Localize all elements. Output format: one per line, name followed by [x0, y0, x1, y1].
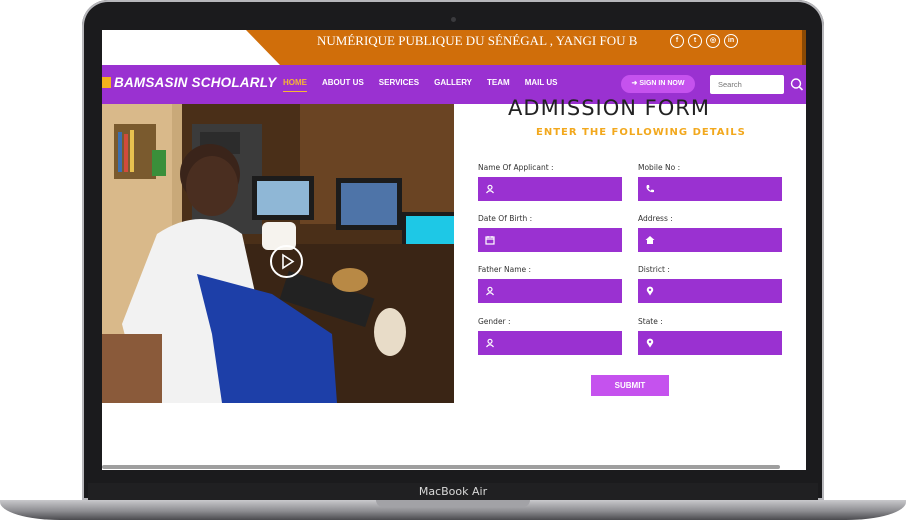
label-state: State :: [638, 317, 663, 326]
calendar-icon: [485, 236, 495, 245]
submit-button[interactable]: SUBMIT: [591, 375, 669, 396]
label-mobile-no: Mobile No :: [638, 163, 681, 172]
camera-icon: [451, 17, 456, 22]
label-name-of-applicant: Name Of Applicant :: [478, 163, 554, 172]
state-field[interactable]: [638, 331, 782, 355]
mobile-no-field[interactable]: [638, 177, 782, 201]
twitter-icon[interactable]: t: [688, 34, 702, 48]
name-of-applicant-field[interactable]: [478, 177, 622, 201]
label-address: Address :: [638, 214, 673, 223]
instagram-icon[interactable]: ◎: [706, 34, 720, 48]
social-links: f t ◎ in: [670, 34, 738, 48]
nav-item-team[interactable]: TEAM: [487, 78, 510, 87]
map-marker-icon: [646, 286, 654, 296]
label-date-of-birth: Date Of Birth :: [478, 214, 533, 223]
linkedin-icon[interactable]: in: [724, 34, 738, 48]
father-name-field[interactable]: [478, 279, 622, 303]
search-input[interactable]: [710, 75, 784, 94]
brand-logo[interactable]: BAMSASIN SCHOLARLY: [102, 75, 276, 90]
address-field[interactable]: [638, 228, 782, 252]
date-of-birth-field[interactable]: [478, 228, 622, 252]
laptop-opening-notch: [376, 500, 530, 507]
strip-edge: [802, 30, 806, 65]
top-strip: NUMÉRIQUE PUBLIQUE DU SÉNÉGAL , YANGI FO…: [102, 30, 806, 65]
book-icon: [102, 77, 111, 88]
user-icon: [486, 184, 494, 194]
browser-screen: NUMÉRIQUE PUBLIQUE DU SÉNÉGAL , YANGI FO…: [102, 30, 806, 470]
form-title: ADMISSION FORM: [508, 96, 710, 120]
phone-icon: [646, 185, 654, 193]
facebook-icon[interactable]: f: [670, 34, 684, 48]
sign-in-label: SIGN IN NOW: [639, 80, 685, 87]
laptop-model-label: MacBook Air: [88, 483, 818, 500]
user-icon: [486, 338, 494, 348]
user-icon: [486, 286, 494, 296]
nav-item-mail-us[interactable]: MAIL US: [525, 78, 558, 87]
district-field[interactable]: [638, 279, 782, 303]
play-video-button[interactable]: [270, 245, 303, 278]
nav-item-gallery[interactable]: GALLERY: [434, 78, 472, 87]
nav-item-home[interactable]: HOME: [283, 78, 307, 92]
announcement-marquee: NUMÉRIQUE PUBLIQUE DU SÉNÉGAL , YANGI FO…: [317, 33, 637, 48]
hero-photo: [102, 104, 454, 403]
brand-name: BAMSASIN SCHOLARLY: [114, 75, 277, 90]
horizontal-scrollbar[interactable]: [102, 465, 780, 469]
sign-in-button[interactable]: ➜ SIGN IN NOW: [621, 75, 695, 93]
map-marker-icon: [646, 338, 654, 348]
next-section-heading-partial: [399, 458, 499, 464]
home-icon: [645, 236, 655, 244]
nav-item-about-us[interactable]: ABOUT US: [322, 78, 364, 87]
search-icon[interactable]: [786, 75, 806, 94]
play-icon: [282, 253, 295, 270]
gender-field[interactable]: [478, 331, 622, 355]
label-gender: Gender :: [478, 317, 511, 326]
nav-menu: HOME ABOUT US SERVICES GALLERY TEAM MAIL…: [283, 78, 572, 92]
label-district: District :: [638, 265, 670, 274]
form-subtitle: ENTER THE FOLLOWING DETAILS: [536, 127, 746, 138]
label-father-name: Father Name :: [478, 265, 532, 274]
nav-item-services[interactable]: SERVICES: [379, 78, 419, 87]
